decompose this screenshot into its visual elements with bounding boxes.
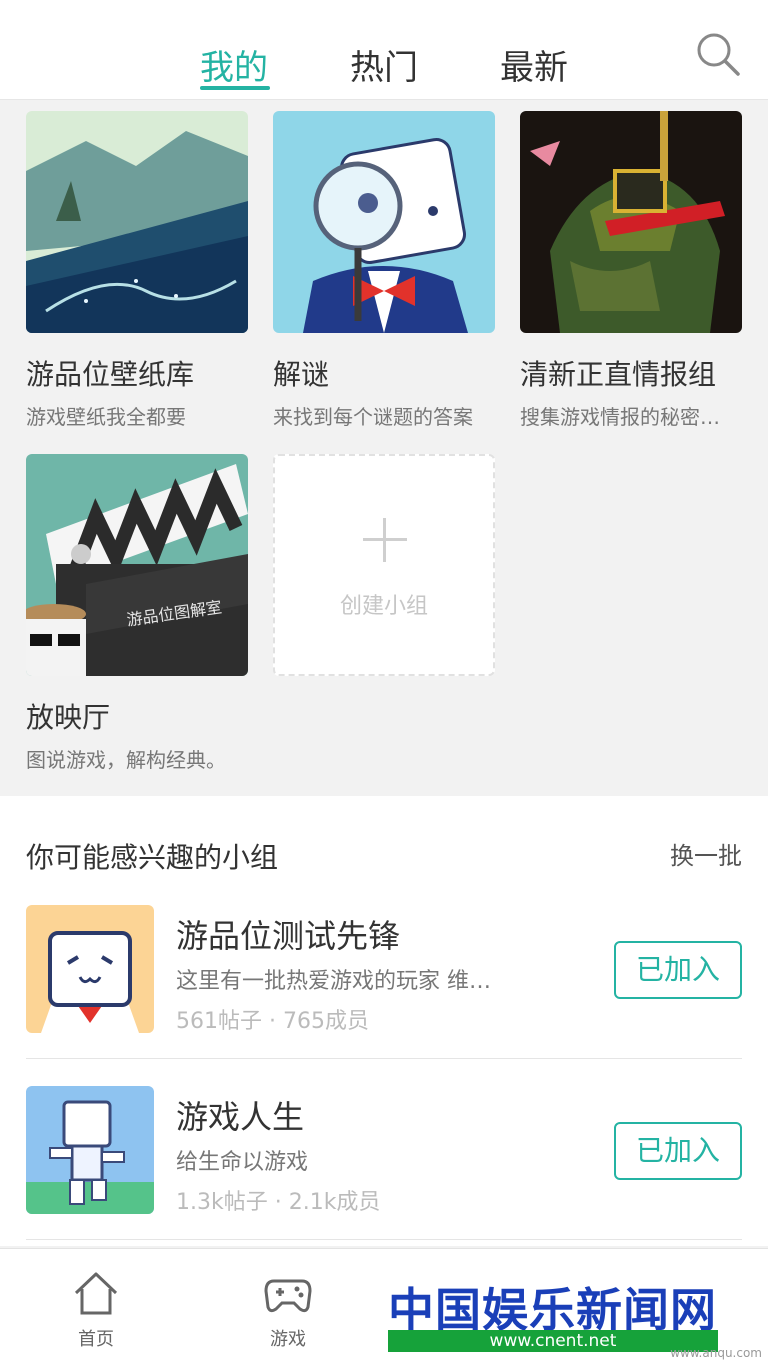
group-name: 游戏人生 bbox=[176, 1098, 305, 1136]
group-desc: 游戏壁纸我全都要 bbox=[26, 405, 186, 429]
list-item[interactable]: 游品位测试先锋 这里有一批热爱游戏的玩家 维… 561帖子 · 765成员 已加… bbox=[26, 905, 742, 1034]
watermark-small: www.anqu.com bbox=[670, 1346, 762, 1360]
group-card-info[interactable]: 清新正直情报组 搜集游戏情报的秘密… bbox=[520, 111, 742, 430]
joined-button[interactable]: 已加入 bbox=[614, 1122, 742, 1180]
gamepad-icon bbox=[264, 1269, 312, 1317]
group-desc: 来找到每个谜题的答案 bbox=[273, 405, 473, 429]
group-thumbnail-puzzle bbox=[273, 111, 495, 333]
group-stats: 561帖子 · 765成员 bbox=[176, 1009, 369, 1034]
group-desc: 搜集游戏情报的秘密… bbox=[520, 405, 720, 429]
home-icon bbox=[72, 1269, 120, 1317]
nav-label: 首页 bbox=[78, 1329, 114, 1350]
active-tab-indicator bbox=[200, 86, 270, 90]
group-thumbnail-cinema: 游品位图解室 bbox=[26, 454, 248, 676]
section-heading: 你可能感兴趣的小组 bbox=[26, 841, 279, 874]
nav-games[interactable]: 游戏 bbox=[192, 1249, 384, 1365]
watermark-url: www.cnent.net bbox=[388, 1330, 718, 1352]
create-group-label: 创建小组 bbox=[339, 594, 428, 619]
group-card-puzzle[interactable]: 解谜 来找到每个谜题的答案 bbox=[273, 111, 495, 430]
divider bbox=[26, 1239, 742, 1240]
list-item[interactable]: 游戏人生 给生命以游戏 1.3k帖子 · 2.1k成员 已加入 bbox=[26, 1086, 742, 1215]
group-title: 清新正直情报组 bbox=[520, 358, 717, 391]
nav-label: 游戏 bbox=[270, 1329, 306, 1350]
search-icon[interactable] bbox=[694, 30, 742, 78]
group-avatar bbox=[26, 905, 154, 1033]
recommended-groups-section: 你可能感兴趣的小组 换一批 游品位测试先锋 这里有一批热爱游戏的玩家 维… 56… bbox=[0, 796, 768, 1246]
refresh-batch-button[interactable]: 换一批 bbox=[670, 836, 742, 871]
tab-latest[interactable]: 最新 bbox=[500, 40, 568, 89]
group-title: 放映厅 bbox=[26, 701, 111, 734]
group-title: 解谜 bbox=[273, 358, 330, 391]
joined-button[interactable]: 已加入 bbox=[614, 941, 742, 999]
group-desc: 给生命以游戏 bbox=[176, 1150, 309, 1175]
my-groups-grid: 游品位壁纸库 游戏壁纸我全都要 解谜 来找到每个谜题的答案 清新正直情报组 搜集… bbox=[0, 100, 768, 796]
group-desc: 图说游戏，解构经典。 bbox=[26, 748, 226, 772]
group-avatar bbox=[26, 1086, 154, 1214]
nav-home[interactable]: 首页 bbox=[0, 1249, 192, 1365]
plus-icon bbox=[363, 518, 407, 562]
group-card-cinema[interactable]: 游品位图解室 放映厅 图说游戏，解构经典。 bbox=[26, 454, 248, 773]
divider bbox=[26, 1058, 742, 1059]
create-group-button[interactable]: 创建小组 bbox=[273, 454, 495, 676]
tab-hot[interactable]: 热门 bbox=[350, 40, 418, 89]
group-thumbnail-info bbox=[520, 111, 742, 333]
tab-mine[interactable]: 我的 bbox=[200, 40, 268, 89]
group-card-wallpaper[interactable]: 游品位壁纸库 游戏壁纸我全都要 bbox=[26, 111, 248, 430]
group-stats: 1.3k帖子 · 2.1k成员 bbox=[176, 1190, 381, 1215]
top-tab-bar: 我的 热门 最新 bbox=[0, 0, 768, 100]
group-name: 游品位测试先锋 bbox=[176, 917, 401, 955]
group-thumbnail-wallpaper bbox=[26, 111, 248, 333]
group-title: 游品位壁纸库 bbox=[26, 358, 195, 391]
group-desc: 这里有一批热爱游戏的玩家 维… bbox=[176, 969, 491, 994]
